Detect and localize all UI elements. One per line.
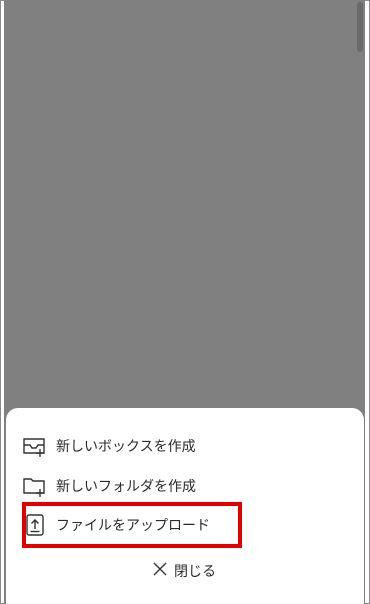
new-box-button[interactable]: 新しいボックスを作成 [22, 432, 196, 460]
new-folder-label: 新しいフォルダを作成 [56, 479, 196, 495]
new-box-icon [22, 435, 48, 457]
close-button[interactable]: 閉じる [152, 558, 216, 584]
upload-file-button[interactable]: ファイルをアップロード [22, 511, 210, 539]
new-folder-button[interactable]: 新しいフォルダを作成 [22, 472, 196, 500]
upload-file-label: ファイルをアップロード [56, 518, 210, 534]
upload-icon [22, 514, 48, 536]
new-folder-icon [22, 475, 48, 497]
scrollbar[interactable] [357, 2, 363, 52]
close-icon [152, 561, 168, 581]
new-box-label: 新しいボックスを作成 [56, 439, 196, 455]
close-label: 閉じる [174, 564, 216, 580]
